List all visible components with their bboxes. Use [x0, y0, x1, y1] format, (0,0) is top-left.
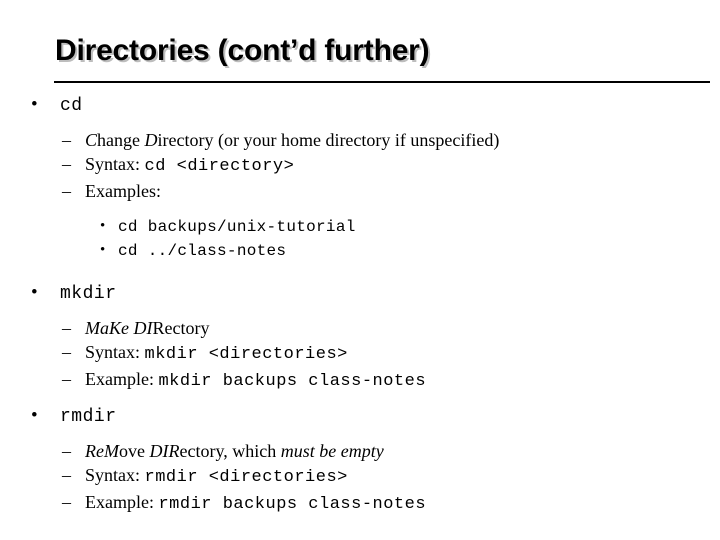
desc-part: ectory, which	[179, 441, 281, 461]
dash-glyph-icon: –	[62, 465, 71, 485]
desc-part: DI	[133, 318, 153, 338]
list-item-syntax: – Syntax: rmdir <directories>	[0, 463, 720, 490]
desc-part: ReM	[85, 441, 119, 461]
dash-glyph-icon: –	[62, 154, 71, 174]
dash-glyph-icon: –	[62, 492, 71, 512]
list-item-description: – Change Directory (or your home directo…	[0, 128, 720, 152]
title-area: Directories (cont’d further)	[0, 32, 720, 84]
description-text: Change Directory (or your home directory…	[85, 130, 499, 150]
syntax-label: Syntax:	[85, 154, 141, 174]
list-item-example: • cd ../class-notes	[0, 239, 720, 263]
example-label: Example:	[85, 492, 154, 512]
desc-part: ove	[118, 441, 150, 461]
bullet-glyph-icon: •	[31, 405, 38, 426]
list-item-syntax: – Syntax: mkdir <directories>	[0, 340, 720, 367]
syntax-code: rmdir <directories>	[144, 468, 348, 487]
syntax-code: mkdir <directories>	[144, 345, 348, 364]
page-title: Directories (cont’d further)	[55, 34, 430, 67]
desc-part: C	[85, 130, 98, 150]
desc-part: D	[144, 130, 158, 150]
dash-glyph-icon: –	[62, 130, 71, 150]
desc-part: Rectory	[152, 318, 210, 338]
command-name: mkdir	[60, 284, 117, 304]
desc-part: must be empty	[280, 441, 384, 461]
list-item-examples-label: – Examples:	[0, 179, 720, 203]
example-code: rmdir backups class-notes	[158, 495, 427, 514]
dash-glyph-icon: –	[62, 369, 71, 389]
dash-glyph-icon: –	[62, 318, 71, 338]
example-label: Example:	[85, 369, 154, 389]
bullet-glyph-icon: •	[31, 94, 38, 115]
syntax-label: Syntax:	[85, 342, 141, 362]
list-item-example: • cd backups/unix-tutorial	[0, 215, 720, 239]
list-item-description: – ReMove DIRectory, which must be empty	[0, 439, 720, 463]
title-divider	[54, 81, 710, 83]
examples-label: Examples:	[85, 181, 161, 201]
list-item-command-cd: • cd	[0, 92, 720, 119]
description-text: MaKe DIRectory	[85, 318, 209, 338]
bullet-glyph-icon: •	[100, 218, 106, 234]
syntax-code: cd <directory>	[144, 157, 295, 176]
command-name: cd	[60, 96, 83, 116]
example-code: cd ../class-notes	[118, 242, 287, 260]
bullet-glyph-icon: •	[31, 282, 38, 303]
bullet-glyph-icon: •	[100, 242, 106, 258]
desc-part: Ma	[85, 318, 109, 338]
desc-part: Ke	[109, 318, 134, 338]
syntax-label: Syntax:	[85, 465, 141, 485]
desc-part: hange	[97, 130, 145, 150]
list-item-example-line: – Example: rmdir backups class-notes	[0, 490, 720, 517]
description-text: ReMove DIRectory, which must be empty	[85, 441, 384, 461]
slide-body: • cd – Change Directory (or your home di…	[0, 92, 720, 517]
example-code: cd backups/unix-tutorial	[118, 218, 356, 236]
example-code: mkdir backups class-notes	[158, 372, 427, 391]
list-item-syntax: – Syntax: cd <directory>	[0, 152, 720, 179]
list-item-command-rmdir: • rmdir	[0, 403, 720, 430]
command-name: rmdir	[60, 407, 117, 427]
desc-part: DIR	[149, 441, 180, 461]
desc-part: irectory (or your home directory if unsp…	[157, 130, 500, 150]
dash-glyph-icon: –	[62, 441, 71, 461]
list-item-example-line: – Example: mkdir backups class-notes	[0, 367, 720, 394]
dash-glyph-icon: –	[62, 342, 71, 362]
list-item-description: – MaKe DIRectory	[0, 316, 720, 340]
dash-glyph-icon: –	[62, 181, 71, 201]
slide-canvas: Directories (cont’d further) • cd – Chan…	[0, 0, 720, 540]
list-item-command-mkdir: • mkdir	[0, 280, 720, 307]
